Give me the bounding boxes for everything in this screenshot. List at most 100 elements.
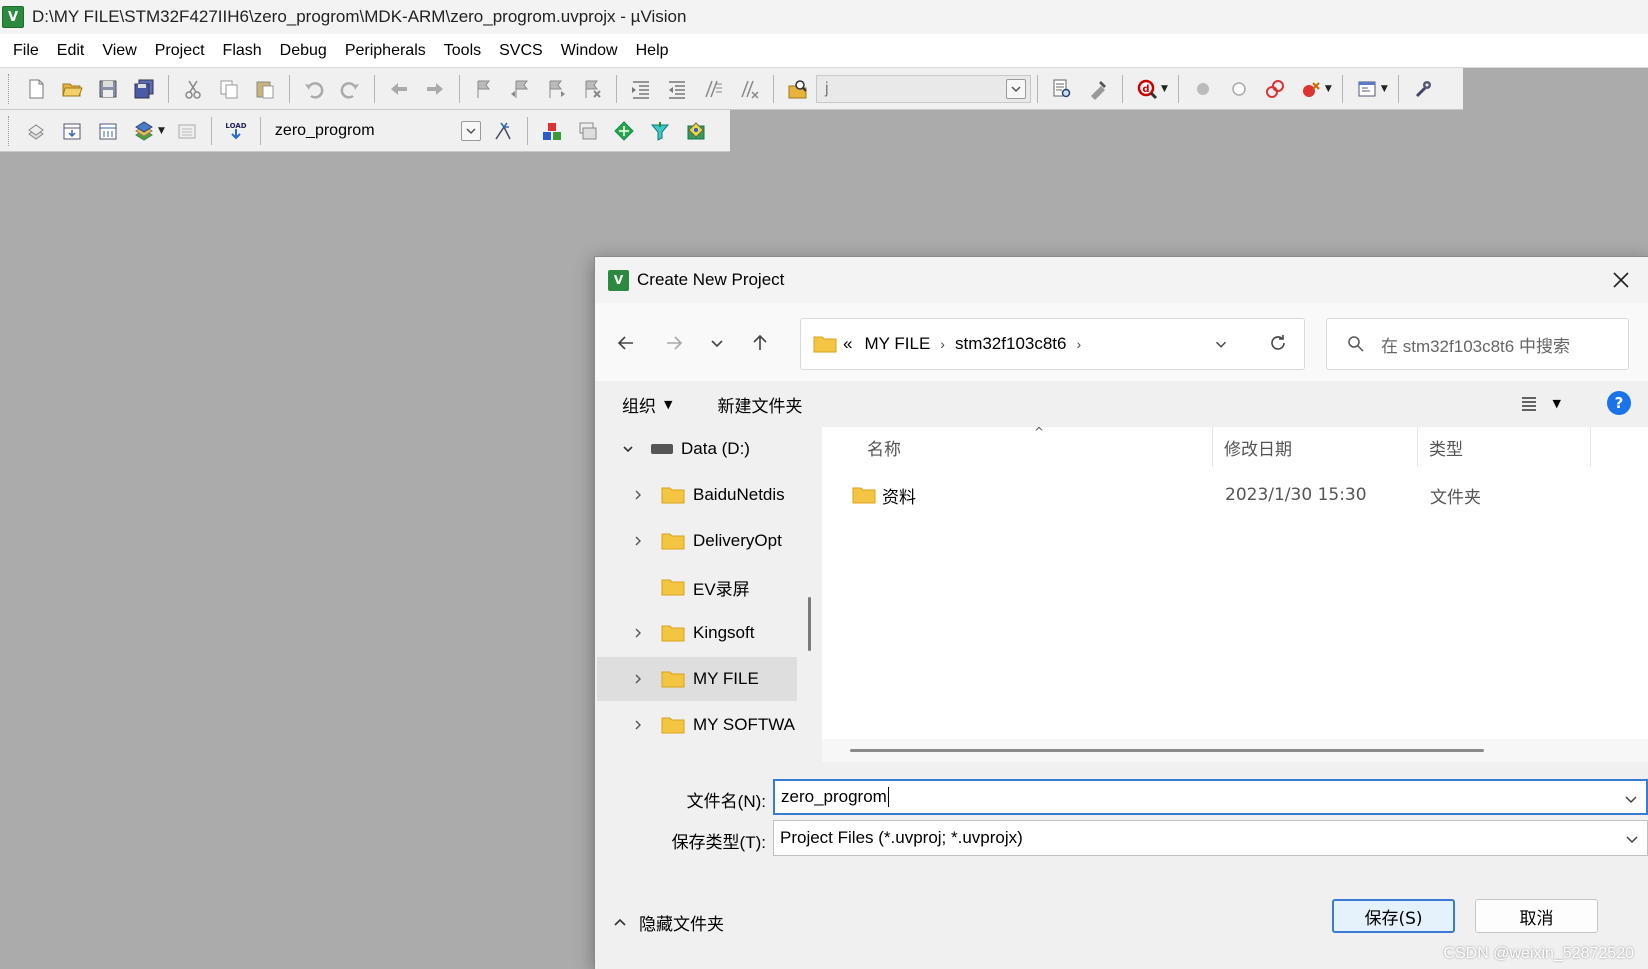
pack-installer-icon[interactable] bbox=[645, 116, 675, 146]
find-combo[interactable]: j bbox=[816, 74, 1031, 103]
start-debug-icon[interactable]: d bbox=[1132, 74, 1162, 104]
back-button[interactable] bbox=[611, 328, 641, 358]
breadcrumb-overflow[interactable]: « bbox=[843, 334, 852, 354]
translate-icon[interactable] bbox=[21, 116, 51, 146]
breadcrumb-my-file[interactable]: MY FILE bbox=[864, 334, 930, 354]
menu-edit[interactable]: Edit bbox=[48, 34, 94, 68]
address-history-button[interactable] bbox=[1212, 335, 1230, 358]
nav-forward-icon[interactable] bbox=[420, 74, 450, 104]
indent-icon[interactable] bbox=[626, 74, 656, 104]
chevron-right-icon[interactable]: › bbox=[940, 336, 945, 352]
up-button[interactable] bbox=[745, 328, 775, 358]
menu-debug[interactable]: Debug bbox=[271, 34, 336, 68]
window-layout-icon[interactable] bbox=[1352, 74, 1382, 104]
find-in-files-icon[interactable] bbox=[783, 74, 813, 104]
tree-item-my-file[interactable]: MY FILE bbox=[597, 657, 797, 701]
tree-item-data-drive[interactable]: Data (D:) bbox=[597, 427, 797, 471]
open-folder-icon[interactable] bbox=[57, 74, 87, 104]
breakpoint-kill-all-icon[interactable] bbox=[1296, 74, 1326, 104]
search-input[interactable]: 在 stm32f103c8t6 中搜索 bbox=[1326, 318, 1629, 370]
address-bar[interactable]: « MY FILE › stm32f103c8t6 › bbox=[800, 318, 1305, 370]
bookmark-clear-icon[interactable] bbox=[577, 74, 607, 104]
copy-icon[interactable] bbox=[214, 74, 244, 104]
rebuild-icon[interactable] bbox=[93, 116, 123, 146]
change-view-button[interactable]: ▼ bbox=[1519, 393, 1561, 413]
target-options-icon[interactable] bbox=[488, 116, 518, 146]
manage-project-items-icon[interactable] bbox=[537, 116, 567, 146]
recent-locations-button[interactable] bbox=[702, 328, 732, 358]
incremental-find-icon[interactable] bbox=[1047, 74, 1077, 104]
build-icon[interactable] bbox=[57, 116, 87, 146]
undo-icon[interactable] bbox=[299, 74, 329, 104]
forward-button[interactable] bbox=[659, 328, 689, 358]
tree-item-ev-recording[interactable]: EV录屏 bbox=[597, 565, 797, 609]
new-folder-button[interactable]: 新建文件夹 bbox=[717, 392, 802, 417]
chevron-right-icon[interactable] bbox=[629, 716, 647, 734]
debug-session-icon[interactable] bbox=[1083, 74, 1113, 104]
manage-multi-project-icon[interactable] bbox=[573, 116, 603, 146]
chevron-right-icon[interactable] bbox=[629, 486, 647, 504]
chevron-down-icon[interactable] bbox=[1006, 78, 1026, 99]
new-file-icon[interactable] bbox=[21, 74, 51, 104]
nav-back-icon[interactable] bbox=[384, 74, 414, 104]
chevron-down-icon[interactable]: ▼ bbox=[1381, 84, 1388, 94]
configure-icon[interactable] bbox=[1408, 74, 1438, 104]
save-button[interactable]: 保存(S) bbox=[1332, 899, 1455, 933]
tree-item-baidunetdisk[interactable]: BaiduNetdis bbox=[597, 473, 797, 517]
toolbar-grip[interactable] bbox=[8, 115, 12, 146]
tree-item-deliveryopt[interactable]: DeliveryOpt bbox=[597, 519, 797, 563]
filetype-select[interactable]: Project Files (*.uvproj; *.uvprojx) bbox=[773, 820, 1648, 856]
batch-build-icon[interactable] bbox=[129, 116, 159, 146]
menu-file[interactable]: File bbox=[4, 34, 48, 68]
close-button[interactable] bbox=[1606, 266, 1636, 294]
filename-dropdown-button[interactable] bbox=[1624, 791, 1638, 811]
column-header-type[interactable]: 类型 bbox=[1429, 427, 1463, 467]
tree-scrollbar[interactable] bbox=[808, 597, 811, 651]
menu-window[interactable]: Window bbox=[552, 34, 627, 68]
tree-item-my-software[interactable]: MY SOFTWA bbox=[597, 703, 797, 747]
filetype-dropdown-button[interactable] bbox=[1625, 831, 1639, 851]
refresh-button[interactable] bbox=[1268, 333, 1288, 358]
chevron-right-icon[interactable]: › bbox=[1076, 336, 1081, 352]
breakpoint-disable-all-icon[interactable] bbox=[1260, 74, 1290, 104]
bookmark-prev-icon[interactable] bbox=[505, 74, 535, 104]
menu-svcs[interactable]: SVCS bbox=[490, 34, 552, 68]
target-combo[interactable]: zero_progrom bbox=[266, 116, 485, 145]
run-time-environment-icon[interactable] bbox=[681, 116, 711, 146]
stop-build-icon[interactable] bbox=[172, 116, 202, 146]
help-button[interactable]: ? bbox=[1607, 391, 1631, 415]
download-load-icon[interactable]: LOAD bbox=[221, 116, 251, 146]
select-packs-icon[interactable] bbox=[609, 116, 639, 146]
hide-folders-toggle[interactable]: 隐藏文件夹 bbox=[613, 910, 724, 935]
unindent-icon[interactable] bbox=[662, 74, 692, 104]
menu-tools[interactable]: Tools bbox=[435, 34, 490, 68]
menu-project[interactable]: Project bbox=[146, 34, 214, 68]
column-header-date[interactable]: 修改日期 bbox=[1224, 427, 1292, 467]
chevron-right-icon[interactable] bbox=[629, 624, 647, 642]
breakpoint-enable-icon[interactable] bbox=[1224, 74, 1254, 104]
file-row[interactable]: 资料 2023/1/30 15:30 文件夹 bbox=[822, 481, 1648, 509]
tree-item-kingsoft[interactable]: Kingsoft bbox=[597, 611, 797, 655]
column-header-name[interactable]: 名称 bbox=[867, 427, 901, 467]
bookmark-toggle-icon[interactable] bbox=[469, 74, 499, 104]
chevron-right-icon[interactable] bbox=[629, 532, 647, 550]
save-icon[interactable] bbox=[93, 74, 123, 104]
redo-icon[interactable] bbox=[335, 74, 365, 104]
chevron-right-icon[interactable] bbox=[629, 670, 647, 688]
save-all-icon[interactable] bbox=[129, 74, 159, 104]
organize-menu[interactable]: 组织 ▼ bbox=[622, 392, 672, 417]
comment-icon[interactable] bbox=[698, 74, 728, 104]
cancel-button[interactable]: 取消 bbox=[1475, 899, 1598, 933]
file-list-scrollbar[interactable] bbox=[850, 749, 1484, 752]
toolbar-grip[interactable] bbox=[8, 73, 12, 104]
breadcrumb-stm32f103c8t6[interactable]: stm32f103c8t6 bbox=[955, 334, 1067, 354]
menu-flash[interactable]: Flash bbox=[214, 34, 271, 68]
chevron-down-icon[interactable]: ▼ bbox=[158, 126, 165, 136]
bookmark-next-icon[interactable] bbox=[541, 74, 571, 104]
cut-icon[interactable] bbox=[178, 74, 208, 104]
breakpoint-insert-icon[interactable] bbox=[1188, 74, 1218, 104]
paste-icon[interactable] bbox=[250, 74, 280, 104]
chevron-down-icon[interactable]: ▼ bbox=[1161, 84, 1168, 94]
uncomment-icon[interactable] bbox=[734, 74, 764, 104]
menu-help[interactable]: Help bbox=[627, 34, 678, 68]
